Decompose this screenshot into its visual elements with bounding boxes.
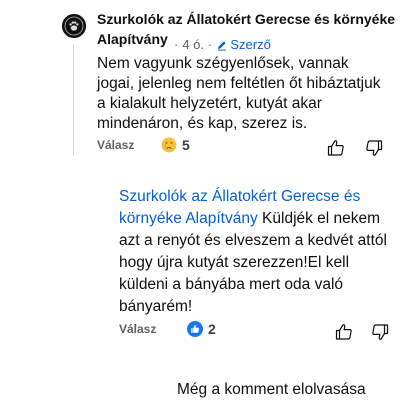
reaction-summary[interactable]: 2 [187, 321, 216, 337]
reaction-count: 2 [208, 321, 216, 337]
comment-meta: · 4 ó. · Szerző [174, 37, 271, 53]
comment-text-partial: Még a komment elolvasása [177, 381, 366, 398]
thumb-down-icon [366, 140, 383, 156]
comment-dot: · [174, 37, 179, 52]
thumb-down-icon [372, 324, 389, 340]
author-avatar[interactable] [62, 14, 86, 38]
paw-logo-icon [62, 14, 86, 38]
reaction-count: 5 [182, 137, 190, 153]
reply-comment-actions: Válasz [119, 322, 156, 336]
comment-text: Nem vagyunk szégyenlősek, vannak jogai, … [97, 55, 381, 132]
crying-face-icon [161, 137, 177, 153]
author-badge-label: Szerző [230, 37, 271, 52]
reply-button[interactable]: Válasz [119, 322, 156, 336]
like-button[interactable] [334, 322, 354, 342]
reaction-summary[interactable]: 5 [161, 137, 190, 153]
dislike-button[interactable] [370, 322, 390, 342]
thread-line [73, 44, 74, 156]
like-button[interactable] [326, 138, 346, 158]
comment-dot: · [208, 37, 213, 52]
pencil-icon [218, 41, 227, 51]
author-badge: Szerző [216, 37, 271, 53]
comment-actions: Válasz [97, 138, 134, 152]
dislike-button[interactable] [364, 138, 384, 158]
comment-time: 4 ó. [182, 37, 205, 52]
thumb-up-icon [335, 324, 352, 340]
like-icon [187, 321, 203, 337]
reply-button[interactable]: Válasz [97, 138, 134, 152]
reply-comment-text: Szurkolók az Állatokért Gerecse és körny… [119, 186, 391, 318]
thumb-up-icon [327, 140, 344, 156]
